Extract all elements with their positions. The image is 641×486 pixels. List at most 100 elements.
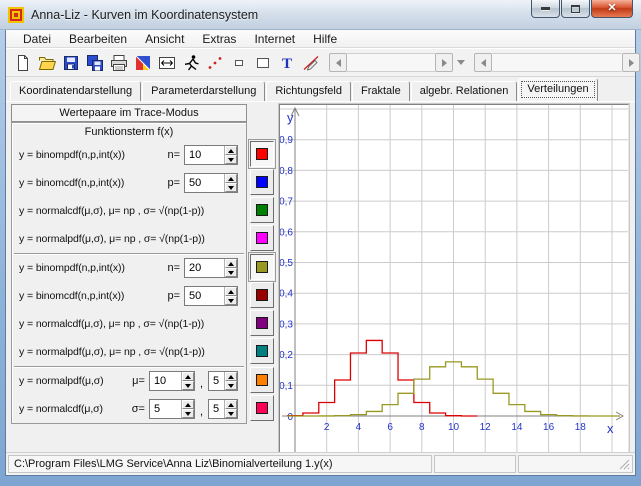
curve-color-button[interactable] xyxy=(250,254,274,280)
svg-text:0: 0 xyxy=(287,412,293,423)
draw-tangent-icon xyxy=(301,53,321,73)
spin-down-button[interactable] xyxy=(225,409,237,418)
scroll-right-button[interactable] xyxy=(622,53,640,72)
curve-color-button[interactable] xyxy=(250,310,274,336)
draw-tangent-button[interactable] xyxy=(299,52,322,74)
function-term: y = binomcdf(n,p,int(x)) xyxy=(19,177,124,189)
dropdown-icon xyxy=(457,60,465,65)
menu-item-hilfe[interactable]: Hilfe xyxy=(304,31,346,47)
tab-verteilungen[interactable]: Verteilungen xyxy=(518,78,597,101)
curve-color-button[interactable] xyxy=(250,197,274,223)
client-area: DateiBearbeitenAnsichtExtrasInternetHilf… xyxy=(5,30,636,476)
function-term: y = normalpdf(μ,σ), μ= np , σ= √(np(1-p)… xyxy=(19,346,205,358)
menu-item-datei[interactable]: Datei xyxy=(14,31,60,47)
scroll-track[interactable] xyxy=(347,53,435,72)
function-row: y = normalpdf(μ,σ), μ= np , σ= √(np(1-p)… xyxy=(12,225,246,253)
svg-text:0,3: 0,3 xyxy=(280,319,293,330)
spin-up-button[interactable] xyxy=(225,174,237,183)
fit-width-button[interactable] xyxy=(155,52,178,74)
spin-up-button[interactable] xyxy=(225,287,237,296)
curve-color-button[interactable] xyxy=(250,395,274,421)
zoom-small-rectangle-button[interactable] xyxy=(227,52,250,74)
tab-fraktale[interactable]: Fraktale xyxy=(352,81,410,101)
svg-text:12: 12 xyxy=(480,422,492,433)
parameter-group: σ=5,5 xyxy=(132,399,238,419)
spin-down-button[interactable] xyxy=(225,381,237,390)
spin-up-button[interactable] xyxy=(182,372,194,381)
menu-item-internet[interactable]: Internet xyxy=(245,31,304,47)
spin-edit[interactable]: 50 xyxy=(184,286,238,306)
spin-edit[interactable]: 20 xyxy=(184,258,238,278)
plot-canvas[interactable]: 0,10,20,30,40,50,60,70,80,90246810121416… xyxy=(279,104,629,454)
spin-down-button[interactable] xyxy=(225,296,237,305)
spin-edit[interactable]: 5 xyxy=(208,399,238,419)
menu-item-bearbeiten[interactable]: Bearbeiten xyxy=(60,31,136,47)
curve-color-button[interactable] xyxy=(250,141,274,167)
save-file-icon xyxy=(61,53,81,73)
function-row: y = binomcdf(n,p,int(x))p=50 xyxy=(12,169,246,197)
print-button[interactable] xyxy=(107,52,130,74)
scroll-left-button[interactable] xyxy=(329,53,347,72)
tab-koordinatendarstellung[interactable]: Koordinatendarstellung xyxy=(10,81,141,101)
status-bar: C:\Program Files\LMG Service\Anna Liz\Bi… xyxy=(6,452,635,475)
spin-edit[interactable]: 50 xyxy=(184,173,238,193)
resize-grip[interactable] xyxy=(618,458,631,471)
spin-down-button[interactable] xyxy=(225,268,237,277)
minimize-button[interactable] xyxy=(531,0,560,18)
point-plot-button[interactable] xyxy=(203,52,226,74)
open-file-button[interactable] xyxy=(35,52,58,74)
spin-up-button[interactable] xyxy=(225,146,237,155)
tab-algebr-relationen[interactable]: algebr. Relationen xyxy=(411,81,518,101)
spin-edit[interactable]: 5 xyxy=(208,371,238,391)
spin-down-button[interactable] xyxy=(182,409,194,418)
spin-down-button[interactable] xyxy=(225,155,237,164)
tab-parameterdarstellung[interactable]: Parameterdarstellung xyxy=(142,81,265,101)
scroll-left-button[interactable] xyxy=(474,53,492,72)
app-logo-button[interactable] xyxy=(131,52,154,74)
svg-text:10: 10 xyxy=(448,422,460,433)
function-row: y = binompdf(n,p,int(x))n=10 xyxy=(12,141,246,169)
zoom-rectangle-button[interactable] xyxy=(251,52,274,74)
text-label-button[interactable]: T xyxy=(275,52,298,74)
spin-edit[interactable]: 10 xyxy=(149,371,195,391)
save-all-button[interactable] xyxy=(83,52,106,74)
tab-richtungsfeld[interactable]: Richtungsfeld xyxy=(266,81,351,101)
curve-color-button[interactable] xyxy=(250,169,274,195)
spin-down-button[interactable] xyxy=(182,381,194,390)
spin-up-button[interactable] xyxy=(225,400,237,409)
scroll-track[interactable] xyxy=(492,53,622,72)
curve-color-button[interactable] xyxy=(250,282,274,308)
spin-up-button[interactable] xyxy=(225,259,237,268)
curve-color-button[interactable] xyxy=(250,225,274,251)
new-file-button[interactable] xyxy=(11,52,34,74)
curve-color-button[interactable] xyxy=(250,338,274,364)
print-icon xyxy=(109,53,129,73)
restore-button[interactable] xyxy=(561,0,590,18)
function-term: y = binompdf(n,p,int(x)) xyxy=(19,262,125,274)
spin-edit[interactable]: 10 xyxy=(184,145,238,165)
spin-down-button[interactable] xyxy=(225,183,237,192)
trace-runner-button[interactable] xyxy=(179,52,202,74)
color-swatch-icon xyxy=(256,232,268,244)
color-swatch-icon xyxy=(256,374,268,386)
dropdown-button[interactable] xyxy=(453,53,468,72)
close-button[interactable]: ✕ xyxy=(591,0,633,18)
color-swatch-icon xyxy=(256,148,268,160)
function-row: y = binomcdf(n,p,int(x))p=50 xyxy=(12,282,246,310)
function-term: y = normalcdf(μ,σ), μ= np , σ= √(np(1-p)… xyxy=(19,205,204,217)
svg-text:0,4: 0,4 xyxy=(280,289,293,300)
svg-text:14: 14 xyxy=(511,422,523,433)
save-file-button[interactable] xyxy=(59,52,82,74)
function-row: y = normalcdf(μ,σ), μ= np , σ= √(np(1-p)… xyxy=(12,310,246,338)
spin-edit[interactable]: 5 xyxy=(149,399,195,419)
main-area: Wertepaare im Trace-Modus Funktionsterm … xyxy=(6,101,635,452)
save-all-icon xyxy=(85,53,105,73)
trace-mode-button[interactable]: Wertepaare im Trace-Modus xyxy=(11,104,247,122)
parameter-label: μ= xyxy=(132,375,145,387)
curve-color-button[interactable] xyxy=(250,367,274,393)
menu-item-ansicht[interactable]: Ansicht xyxy=(136,31,193,47)
spin-up-button[interactable] xyxy=(225,372,237,381)
menu-item-extras[interactable]: Extras xyxy=(193,31,245,47)
spin-up-button[interactable] xyxy=(182,400,194,409)
scroll-right-button[interactable] xyxy=(435,53,453,72)
